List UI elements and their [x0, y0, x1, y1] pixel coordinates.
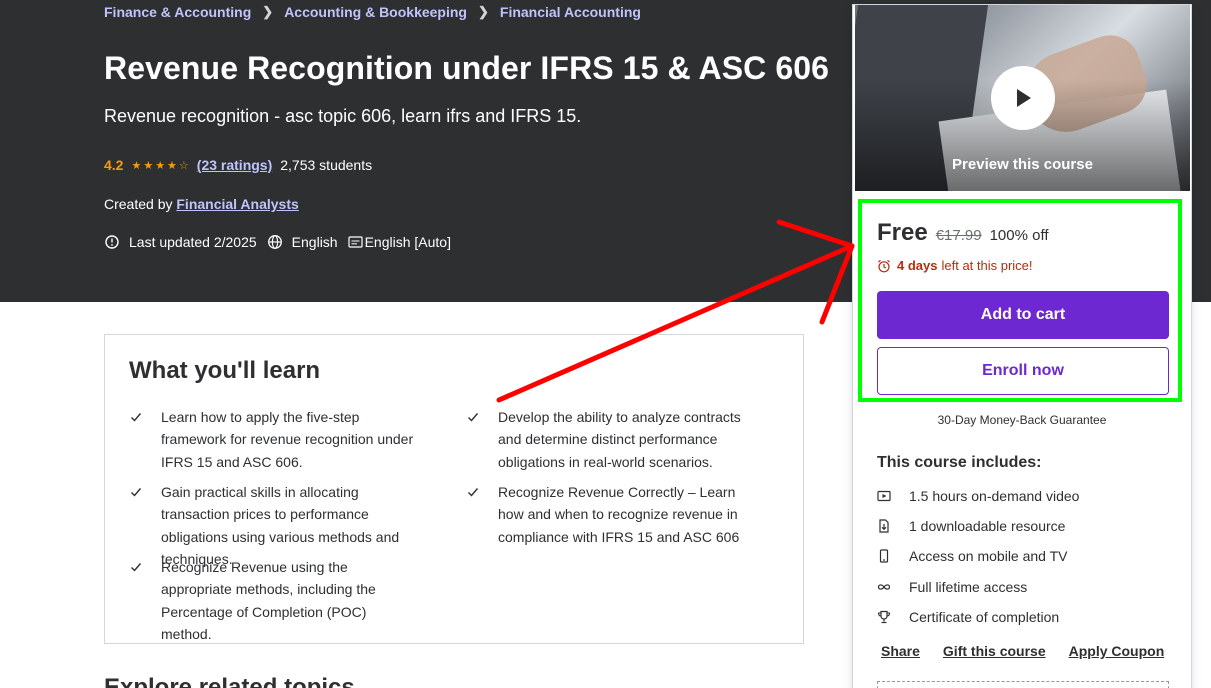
instructor-link[interactable]: Financial Analysts [176, 196, 298, 212]
course-title: Revenue Recognition under IFRS 15 & ASC … [104, 50, 830, 86]
breadcrumb: Finance & Accounting ❯ Accounting & Book… [104, 4, 641, 20]
mobile-icon [879, 549, 889, 563]
include-item-text: 1 downloadable resource [909, 518, 1066, 534]
infinity-icon [877, 584, 891, 590]
share-link[interactable]: Share [881, 643, 920, 659]
globe-icon [267, 235, 282, 249]
check-icon [468, 413, 479, 422]
breadcrumb-item-accounting-bookkeeping[interactable]: Accounting & Bookkeeping [284, 4, 467, 20]
rating-value: 4.2 [104, 157, 124, 173]
include-item-text: Full lifetime access [909, 579, 1028, 595]
include-item-text: Access on mobile and TV [909, 548, 1068, 564]
star-rating-icon: ★★★★☆ [131, 159, 191, 172]
original-price: €17.99 [935, 227, 982, 244]
language: English [267, 234, 338, 250]
course-page: Finance & Accounting ❯ Accounting & Book… [0, 0, 1211, 688]
discount-timer: 4 days left at this price! [877, 258, 1033, 273]
created-by-label: Created by [104, 196, 173, 212]
includes-title: This course includes: [877, 454, 1042, 471]
gift-course-link[interactable]: Gift this course [943, 643, 1046, 659]
coupon-box [877, 681, 1169, 688]
learn-item: Learn how to apply the five-step framewo… [129, 406, 419, 473]
include-item-text: Certificate of completion [909, 609, 1060, 625]
learn-item-text: Recognize Revenue Correctly – Learn how … [498, 484, 740, 545]
include-item: Access on mobile and TV [877, 548, 1068, 564]
price-row: Free €17.99 100% off [877, 219, 1049, 247]
trophy-icon [877, 610, 891, 624]
include-item-text: 1.5 hours on-demand video [909, 488, 1080, 504]
download-file-icon [879, 519, 889, 533]
enroll-now-button[interactable]: Enroll now [877, 347, 1169, 395]
rating-row: 4.2 ★★★★☆ (23 ratings) 2,753 students [104, 157, 372, 173]
alert-badge-icon [105, 235, 119, 249]
last-updated-text: Last updated 2/2025 [129, 234, 257, 250]
check-icon [468, 488, 479, 497]
learn-item-text: Recognize Revenue using the appropriate … [161, 559, 376, 643]
learn-item: Recognize Revenue Correctly – Learn how … [466, 481, 756, 548]
chevron-right-icon: ❯ [262, 4, 274, 19]
learn-item-text: Develop the ability to analyze contracts… [498, 409, 741, 470]
related-topics-title: Explore related topics [104, 674, 355, 688]
ratings-link[interactable]: (23 ratings) [197, 157, 272, 173]
captions: English [Auto] [347, 234, 451, 250]
language-text: English [291, 234, 338, 250]
add-to-cart-button[interactable]: Add to cart [877, 291, 1169, 339]
check-icon [131, 563, 142, 572]
preview-label: Preview this course [952, 156, 1093, 173]
card-links: Share Gift this course Apply Coupon [881, 643, 1187, 659]
breadcrumb-item-financial-accounting[interactable]: Financial Accounting [500, 4, 641, 20]
include-item: 1.5 hours on-demand video [877, 488, 1079, 504]
play-button[interactable] [991, 66, 1055, 130]
alarm-clock-icon [878, 259, 890, 272]
money-back-guarantee: 30-Day Money-Back Guarantee [937, 413, 1107, 427]
check-icon [131, 413, 142, 422]
learn-item-text: Gain practical skills in allocating tran… [161, 484, 400, 568]
what-youll-learn: What you'll learn Learn how to apply the… [104, 334, 804, 644]
learn-item-text: Learn how to apply the five-step framewo… [161, 409, 414, 470]
learn-title: What you'll learn [129, 357, 321, 384]
timer-text: left at this price! [941, 258, 1033, 273]
discount-percent: 100% off [989, 227, 1049, 244]
learn-item: Develop the ability to analyze contracts… [466, 406, 756, 473]
video-icon [877, 490, 891, 502]
include-item: Certificate of completion [877, 609, 1059, 625]
timer-days: 4 days [897, 258, 938, 273]
play-icon [1017, 89, 1031, 107]
include-item: Full lifetime access [877, 579, 1027, 595]
apply-coupon-link[interactable]: Apply Coupon [1069, 643, 1165, 659]
chevron-right-icon: ❯ [477, 4, 489, 19]
current-price: Free [877, 219, 928, 246]
created-by: Created by Financial Analysts [104, 196, 299, 212]
include-item: 1 downloadable resource [877, 518, 1065, 534]
breadcrumb-item-finance-accounting[interactable]: Finance & Accounting [104, 4, 251, 20]
last-updated: Last updated 2/2025 [104, 234, 257, 250]
course-meta: Last updated 2/2025 English English [Aut… [104, 234, 461, 250]
students-count: 2,753 students [280, 157, 373, 173]
course-subtitle: Revenue recognition - asc topic 606, lea… [104, 106, 582, 126]
captions-text: English [Auto] [364, 234, 451, 250]
purchase-card: Preview this course Free €17.99 100% off… [852, 4, 1192, 688]
course-preview[interactable]: Preview this course [855, 5, 1190, 191]
closed-captions-icon [347, 236, 363, 248]
learn-item: Recognize Revenue using the appropriate … [129, 556, 419, 646]
check-icon [131, 488, 142, 497]
